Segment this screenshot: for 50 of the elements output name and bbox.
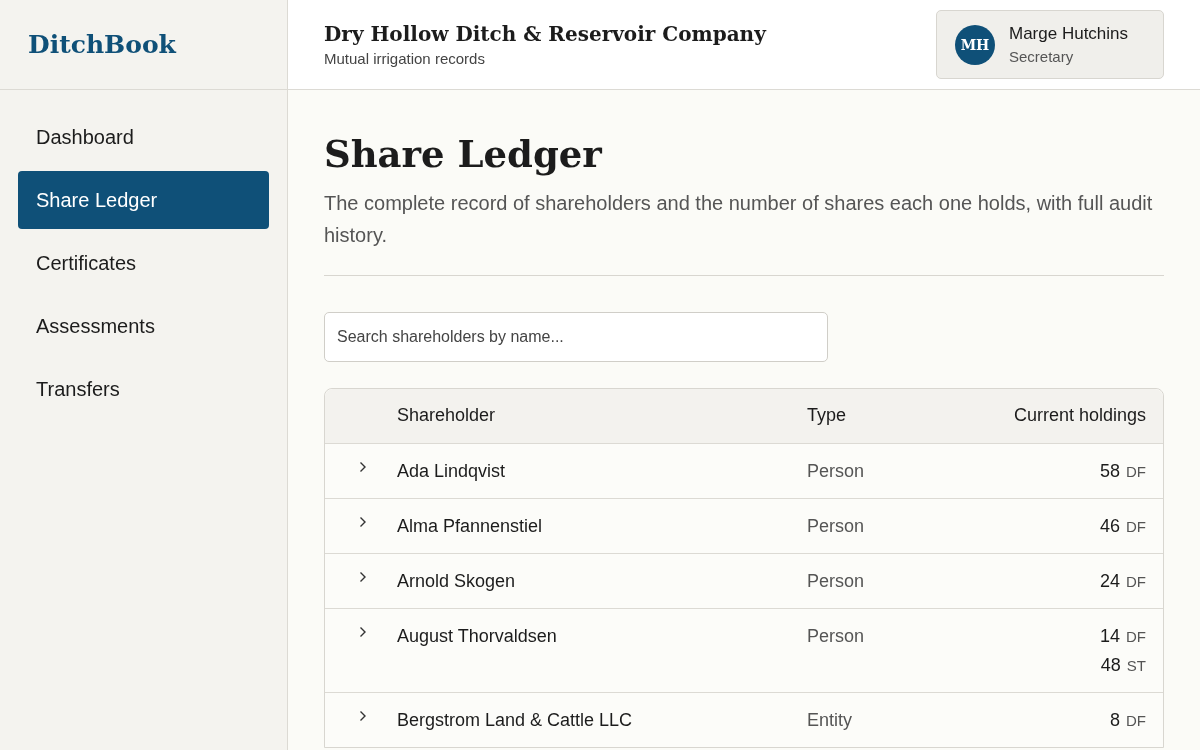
column-header: Shareholder	[397, 405, 497, 427]
search-field[interactable]: Search shareholders by name...	[324, 311, 828, 362]
user-name: Marge Hutchins	[1009, 24, 1129, 44]
shareholder-type: Person	[807, 569, 866, 592]
chevron-icon	[359, 625, 367, 638]
share-unit: DF	[1126, 517, 1146, 535]
column-header: Type	[807, 405, 848, 427]
share-unit: ST	[1126, 656, 1146, 674]
share-unit: DF	[1126, 462, 1146, 480]
company-subtitle: Mutual irrigation records	[324, 50, 486, 67]
share-unit: DF	[1126, 627, 1146, 645]
shareholder-type: Person	[807, 624, 866, 647]
expand-toggle[interactable]	[359, 459, 367, 474]
shareholder-name: Bergstrom Land & Cattle LLC	[397, 708, 634, 731]
expand-toggle[interactable]	[359, 514, 367, 529]
share-amount: 14	[1099, 624, 1120, 647]
nav-item[interactable]: Dashboard	[18, 108, 269, 166]
nav-item[interactable]: Transfers	[18, 360, 269, 418]
avatar-initials: MH	[955, 24, 995, 65]
shareholder-name: Alma Pfannenstiel	[397, 514, 544, 537]
shareholder-type: Person	[807, 514, 866, 537]
page-title: Share Ledger	[324, 134, 603, 175]
company-name: Dry Hollow Ditch & Reservoir Company	[324, 22, 766, 46]
brand-logo: DitchBook	[28, 30, 176, 59]
share-amount: 58	[1099, 459, 1120, 482]
expand-toggle[interactable]	[359, 569, 367, 584]
nav-item[interactable]: Assessments	[18, 297, 269, 355]
nav-item[interactable]: Certificates	[18, 234, 269, 292]
expand-toggle[interactable]	[359, 708, 367, 723]
user-role: Secretary	[1009, 48, 1075, 65]
expand-toggle[interactable]	[359, 624, 367, 639]
shareholder-name: August Thorvaldsen	[397, 624, 558, 647]
share-unit: DF	[1126, 572, 1146, 590]
share-amount: 48	[1100, 653, 1121, 676]
share-amount: 24	[1099, 569, 1120, 592]
column-header: Current holdings	[1012, 405, 1146, 427]
shareholder-type: Person	[807, 459, 866, 482]
chevron-icon	[359, 515, 367, 528]
page-description: The complete record of shareholders and the number of shares each one holds, with full audit history.	[324, 190, 1154, 248]
chevron-icon	[359, 570, 367, 583]
user-menu[interactable]: MH Marge Hutchins Secretary	[936, 10, 1164, 79]
share-amount: 46	[1099, 514, 1120, 537]
shareholder-name: Ada Lindqvist	[397, 459, 507, 482]
share-amount: 8	[1110, 708, 1120, 731]
share-unit: DF	[1126, 711, 1146, 729]
nav-item[interactable]: Share Ledger	[18, 171, 269, 229]
shareholder-type: Entity	[807, 708, 854, 731]
chevron-icon	[359, 709, 367, 722]
shareholder-name: Arnold Skogen	[397, 569, 517, 592]
chevron-icon	[359, 460, 367, 473]
